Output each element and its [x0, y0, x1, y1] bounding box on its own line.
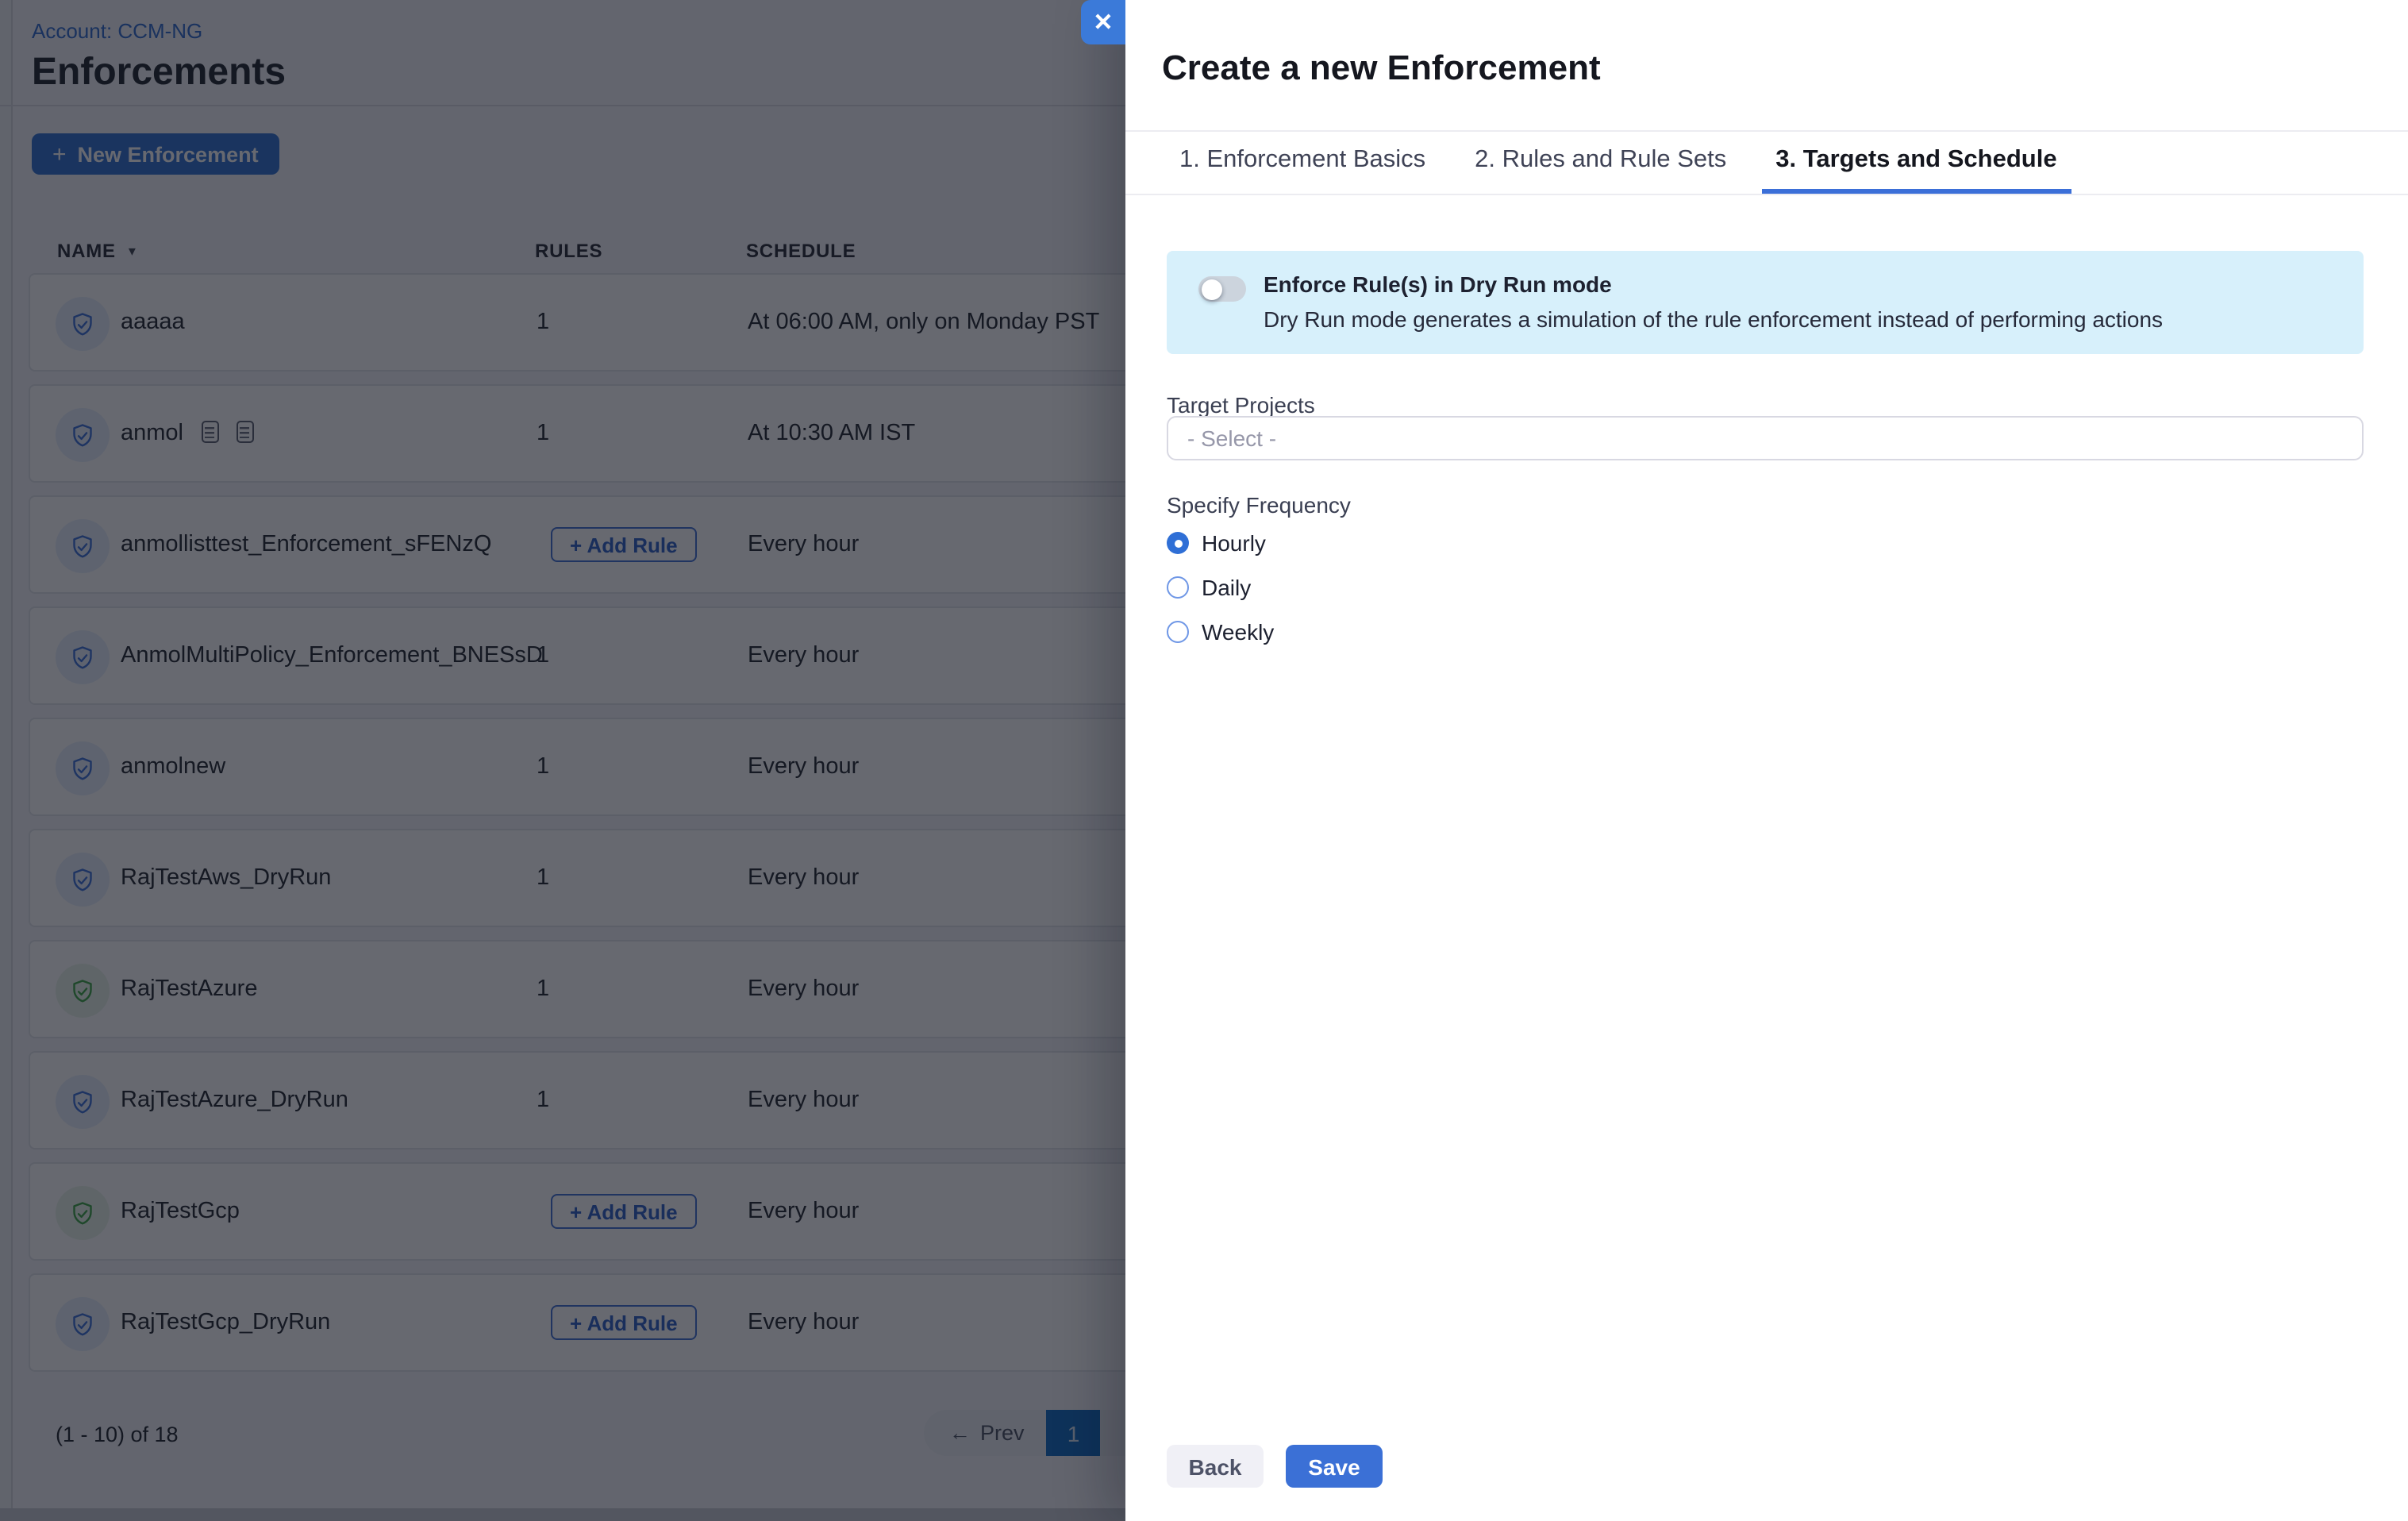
drawer-title: Create a new Enforcement: [1162, 48, 1601, 89]
save-button[interactable]: Save: [1286, 1445, 1383, 1488]
toggle-knob: [1201, 279, 1221, 299]
dry-run-title: Enforce Rule(s) in Dry Run mode: [1264, 271, 2163, 297]
target-projects-label: Target Projects: [1167, 392, 1315, 418]
back-button[interactable]: Back: [1167, 1445, 1264, 1488]
dry-run-banner: Enforce Rule(s) in Dry Run mode Dry Run …: [1167, 251, 2364, 354]
wizard-tabs: 1. Enforcement Basics 2. Rules and Rule S…: [1125, 130, 2408, 195]
specify-frequency-label: Specify Frequency: [1167, 492, 1351, 518]
dry-run-text: Enforce Rule(s) in Dry Run mode Dry Run …: [1264, 271, 2163, 354]
radio-label: Weekly: [1202, 619, 1274, 645]
close-icon[interactable]: ✕: [1081, 0, 1125, 44]
radio-label: Daily: [1202, 575, 1251, 600]
frequency-radio-group: Hourly Daily Weekly: [1167, 521, 1274, 654]
app-root: Account: CCM-NG Enforcements + New Enfor…: [0, 0, 2408, 1521]
radio-icon: [1167, 532, 1189, 554]
create-enforcement-drawer: ✕ Create a new Enforcement 1. Enforcemen…: [1125, 0, 2408, 1521]
frequency-option-hourly[interactable]: Hourly: [1167, 521, 1274, 565]
frequency-option-daily[interactable]: Daily: [1167, 565, 1274, 610]
tab-step-3[interactable]: 3. Targets and Schedule: [1761, 130, 2071, 194]
frequency-option-weekly[interactable]: Weekly: [1167, 610, 1274, 654]
dry-run-toggle[interactable]: [1198, 276, 1246, 302]
tab-step-2[interactable]: 2. Rules and Rule Sets: [1460, 130, 1741, 194]
radio-icon: [1167, 621, 1189, 643]
target-projects-select[interactable]: - Select -: [1167, 416, 2364, 460]
tab-step-1[interactable]: 1. Enforcement Basics: [1165, 130, 1440, 194]
drawer-footer: Back Save: [1167, 1445, 1383, 1488]
radio-icon: [1167, 576, 1189, 599]
radio-label: Hourly: [1202, 530, 1266, 556]
dry-run-description: Dry Run mode generates a simulation of t…: [1264, 306, 2163, 332]
